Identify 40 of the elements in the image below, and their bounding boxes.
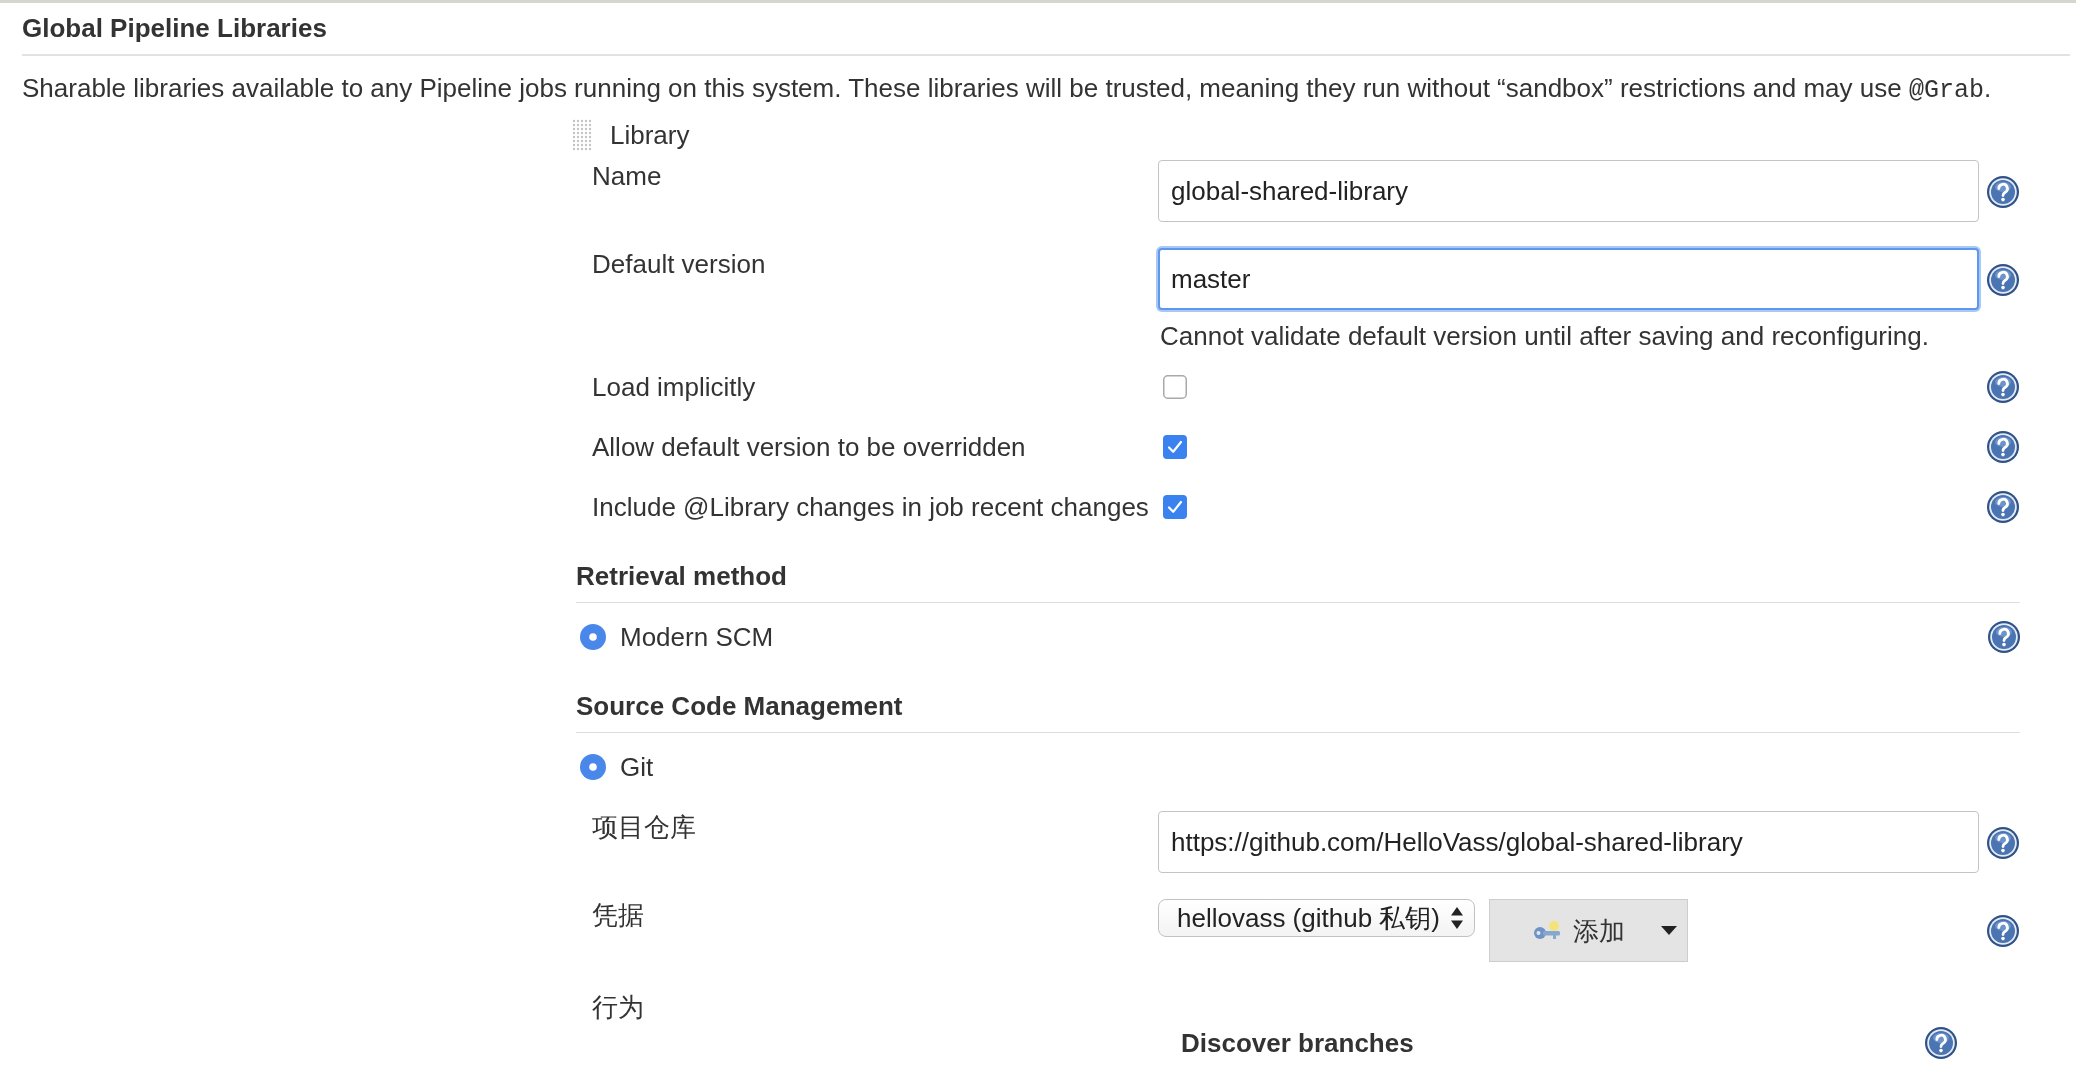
behaviour-title: Discover branches	[1181, 1028, 1414, 1058]
drag-handle-icon[interactable]	[572, 119, 592, 151]
checkbox[interactable]	[1163, 435, 1187, 459]
text-field[interactable]: global-shared-library	[1158, 160, 1979, 222]
add-button[interactable]: 添加	[1489, 899, 1688, 962]
help-icon[interactable]	[1987, 827, 2019, 859]
field-label: 行为	[592, 991, 645, 1023]
checkbox[interactable]	[1163, 495, 1187, 519]
radio-label: Git	[620, 751, 654, 784]
text-field[interactable]: master	[1158, 248, 1979, 310]
field-label: 凭据	[592, 899, 645, 931]
field-label: 项目仓库	[592, 811, 697, 843]
help-icon[interactable]	[1987, 491, 2019, 523]
checkbox-label: Allow default version to be overridden	[592, 431, 1027, 464]
checkbox-label: Include @Library changes in job recent changes	[592, 491, 1150, 524]
help-icon[interactable]	[1987, 915, 2019, 947]
section-heading: Source Code Management	[576, 691, 903, 721]
credentials-select[interactable]: hellovass (github 私钥)	[1158, 899, 1475, 937]
help-icon[interactable]	[1987, 176, 2019, 208]
checkbox-label: Load implicitly	[592, 371, 757, 404]
help-icon[interactable]	[1987, 431, 2019, 463]
key-icon	[1533, 920, 1563, 941]
field-label: Default version	[592, 248, 767, 280]
radio-label: Modern SCM	[620, 621, 774, 654]
validation-note: Cannot validate default version until after saving and reconfiguring.	[1159, 320, 1930, 352]
field-label: Name	[592, 160, 663, 192]
up-down-arrows-icon	[1450, 906, 1464, 930]
text-field[interactable]: https://github.com/HelloVass/global-shared-library	[1158, 811, 1979, 873]
help-icon[interactable]	[1925, 1027, 1957, 1059]
library-label: Library	[610, 119, 690, 151]
section-description: Sharable libraries available to any Pipeline jobs running on this system. These libraries will be trusted, meaning they run without “sandbox” restrictions and may use @Grab.	[22, 72, 1993, 107]
section-heading: Retrieval method	[576, 561, 787, 591]
help-icon[interactable]	[1987, 264, 2019, 296]
section-title: Global Pipeline Libraries	[22, 13, 327, 43]
help-icon[interactable]	[1988, 621, 2020, 653]
radio-button[interactable]	[580, 624, 606, 650]
help-icon[interactable]	[1987, 371, 2019, 403]
radio-button[interactable]	[580, 754, 606, 780]
checkbox[interactable]	[1163, 375, 1187, 399]
caret-icon	[1661, 926, 1677, 935]
